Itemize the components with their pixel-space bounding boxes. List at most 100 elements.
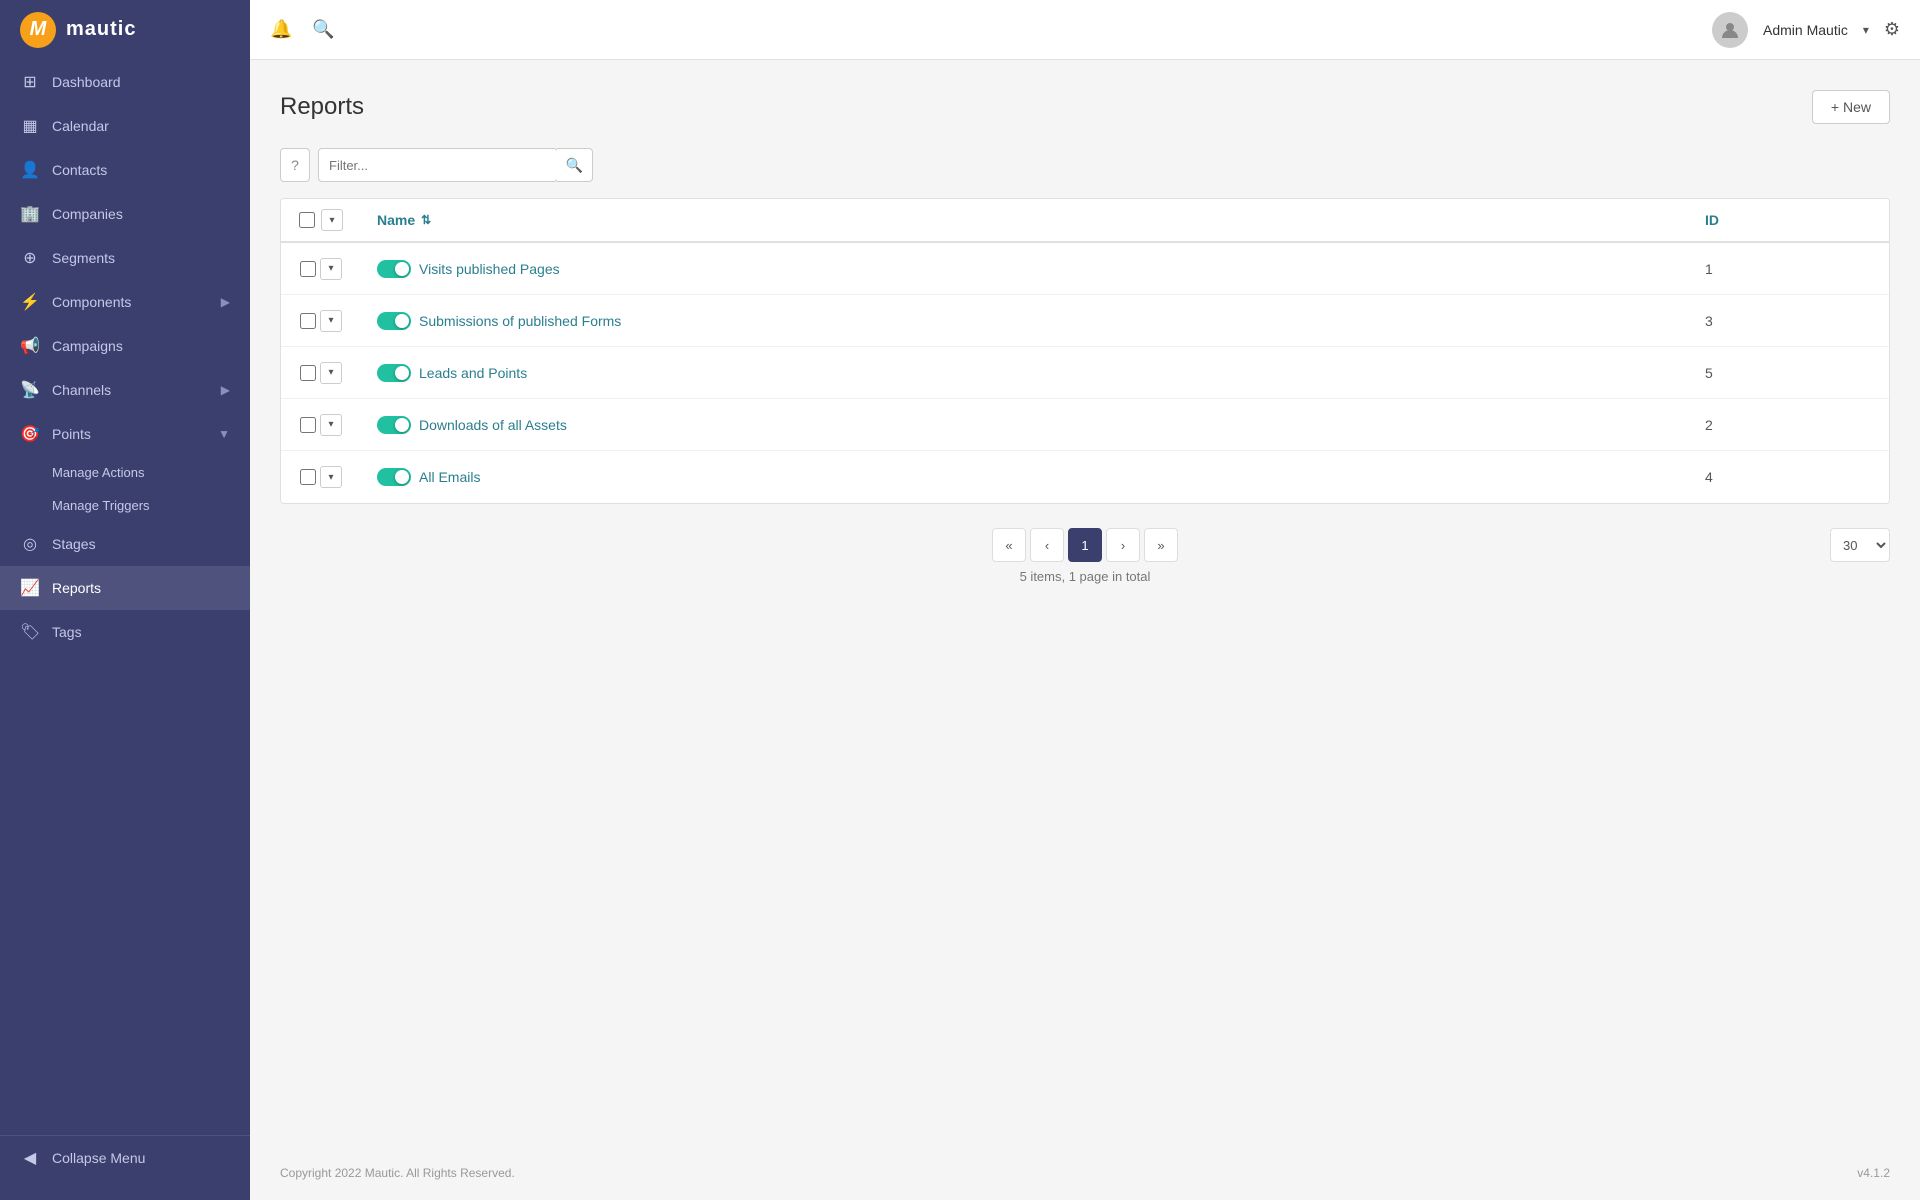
row-checkbox[interactable]: [300, 469, 316, 485]
app-body: ⊞ Dashboard ▦ Calendar 👤 Contacts 🏢 Comp…: [0, 60, 1920, 1200]
manage-actions-label: Manage Actions: [52, 465, 145, 480]
sidebar-item-companies[interactable]: 🏢 Companies: [0, 192, 250, 236]
row-name-text: Visits published Pages: [419, 261, 560, 277]
filter-search-button[interactable]: 🔍: [557, 148, 593, 182]
page-last-button[interactable]: »: [1144, 528, 1178, 562]
row-dropdown-button[interactable]: ▾: [320, 414, 342, 436]
sidebar-item-reports[interactable]: 📈 Reports: [0, 566, 250, 610]
sidebar-item-dashboard[interactable]: ⊞ Dashboard: [0, 60, 250, 104]
filter-input[interactable]: [318, 148, 558, 182]
row-id: 1: [1689, 261, 1889, 277]
row-toggle[interactable]: [377, 260, 411, 278]
sidebar-item-points[interactable]: 🎯 Points ▼: [0, 412, 250, 456]
row-toggle[interactable]: [377, 416, 411, 434]
header-icons: 🔔 🔍: [270, 19, 335, 40]
table-row: ▾ All Emails 4: [281, 451, 1889, 503]
manage-triggers-label: Manage Triggers: [52, 498, 150, 513]
sidebar-label-components: Components: [52, 294, 209, 310]
points-icon: 🎯: [20, 424, 40, 444]
sidebar-item-tags[interactable]: 🏷 Tags: [0, 610, 250, 654]
sidebar-label-campaigns: Campaigns: [52, 338, 230, 354]
sidebar-collapse-menu[interactable]: ◀ Collapse Menu: [0, 1136, 250, 1180]
notifications-icon[interactable]: 🔔: [270, 19, 292, 40]
row-check-area: ▾: [281, 466, 361, 488]
table-row: ▾ Submissions of published Forms 3: [281, 295, 1889, 347]
row-toggle[interactable]: [377, 364, 411, 382]
companies-icon: 🏢: [20, 204, 40, 224]
row-checkbox[interactable]: [300, 365, 316, 381]
row-name[interactable]: Submissions of published Forms: [361, 312, 1689, 330]
sidebar-item-stages[interactable]: ◎ Stages: [0, 522, 250, 566]
row-dropdown-button[interactable]: ▾: [320, 258, 342, 280]
row-check-area: ▾: [281, 258, 361, 280]
sidebar-item-channels[interactable]: 📡 Channels ▶: [0, 368, 250, 412]
row-toggle[interactable]: [377, 468, 411, 486]
sidebar-label-dashboard: Dashboard: [52, 74, 230, 90]
sidebar-item-calendar[interactable]: ▦ Calendar: [0, 104, 250, 148]
page-next-button[interactable]: ›: [1106, 528, 1140, 562]
sidebar-item-manage-triggers[interactable]: Manage Triggers: [0, 489, 250, 522]
pagination-area: « ‹ 1 › » 5 items, 1 page in total 30 10…: [280, 528, 1890, 562]
sidebar-label-points: Points: [52, 426, 206, 442]
th-checkbox-area: ▾: [281, 209, 361, 231]
page-prev-button[interactable]: ‹: [1030, 528, 1064, 562]
row-id: 4: [1689, 469, 1889, 485]
app-name: mautic: [66, 18, 136, 41]
campaigns-icon: 📢: [20, 336, 40, 356]
row-name[interactable]: Downloads of all Assets: [361, 416, 1689, 434]
row-dropdown-button[interactable]: ▾: [320, 466, 342, 488]
sidebar-label-channels: Channels: [52, 382, 209, 398]
row-toggle[interactable]: [377, 312, 411, 330]
components-icon: ⚡: [20, 292, 40, 312]
row-dropdown-button[interactable]: ▾: [320, 362, 342, 384]
select-all-checkbox[interactable]: [299, 212, 315, 228]
sidebar-label-calendar: Calendar: [52, 118, 230, 134]
user-dropdown-arrow[interactable]: ▾: [1863, 23, 1869, 37]
filter-help-icon[interactable]: ?: [280, 148, 310, 182]
row-checkbox[interactable]: [300, 261, 316, 277]
sidebar-item-components[interactable]: ⚡ Components ▶: [0, 280, 250, 324]
table-row: ▾ Downloads of all Assets 2: [281, 399, 1889, 451]
sidebar-item-segments[interactable]: ⊕ Segments: [0, 236, 250, 280]
search-icon[interactable]: 🔍: [312, 19, 334, 40]
new-button[interactable]: + New: [1812, 90, 1890, 124]
row-checkbox[interactable]: [300, 313, 316, 329]
sidebar-label-companies: Companies: [52, 206, 230, 222]
row-name[interactable]: Visits published Pages: [361, 260, 1689, 278]
sidebar-bottom: ◀ Collapse Menu: [0, 1135, 250, 1180]
page-first-button[interactable]: «: [992, 528, 1026, 562]
user-name[interactable]: Admin Mautic: [1763, 22, 1848, 38]
row-name-text: Submissions of published Forms: [419, 313, 621, 329]
data-table: ▾ Name ⇅ ID ▾ Visits published Pages 1: [280, 198, 1890, 504]
row-id: 2: [1689, 417, 1889, 433]
row-id: 3: [1689, 313, 1889, 329]
row-name[interactable]: All Emails: [361, 468, 1689, 486]
collapse-icon: ◀: [20, 1148, 40, 1168]
header-dropdown-button[interactable]: ▾: [321, 209, 343, 231]
table-row: ▾ Visits published Pages 1: [281, 243, 1889, 295]
sidebar-item-contacts[interactable]: 👤 Contacts: [0, 148, 250, 192]
page-title: Reports: [280, 93, 364, 121]
sidebar-item-campaigns[interactable]: 📢 Campaigns: [0, 324, 250, 368]
row-checkbox[interactable]: [300, 417, 316, 433]
row-name-text: All Emails: [419, 469, 480, 485]
name-sort-icon: ⇅: [421, 213, 431, 227]
dashboard-icon: ⊞: [20, 72, 40, 92]
settings-icon[interactable]: ⚙: [1884, 19, 1900, 40]
per-page-select[interactable]: 30 10 20 50 100: [1830, 528, 1890, 562]
top-header: M mautic 🔔 🔍 Admin Mautic ▾ ⚙: [0, 0, 1920, 60]
sidebar-label-reports: Reports: [52, 580, 230, 596]
segments-icon: ⊕: [20, 248, 40, 268]
avatar: [1712, 12, 1748, 48]
th-name[interactable]: Name ⇅: [361, 212, 1689, 228]
sidebar-label-contacts: Contacts: [52, 162, 230, 178]
row-check-area: ▾: [281, 362, 361, 384]
channels-icon: 📡: [20, 380, 40, 400]
row-dropdown-button[interactable]: ▾: [320, 310, 342, 332]
row-name[interactable]: Leads and Points: [361, 364, 1689, 382]
channels-arrow-icon: ▶: [221, 383, 230, 397]
page-1-button[interactable]: 1: [1068, 528, 1102, 562]
sidebar: ⊞ Dashboard ▦ Calendar 👤 Contacts 🏢 Comp…: [0, 60, 250, 1200]
search-icon: 🔍: [566, 157, 583, 174]
sidebar-item-manage-actions[interactable]: Manage Actions: [0, 456, 250, 489]
